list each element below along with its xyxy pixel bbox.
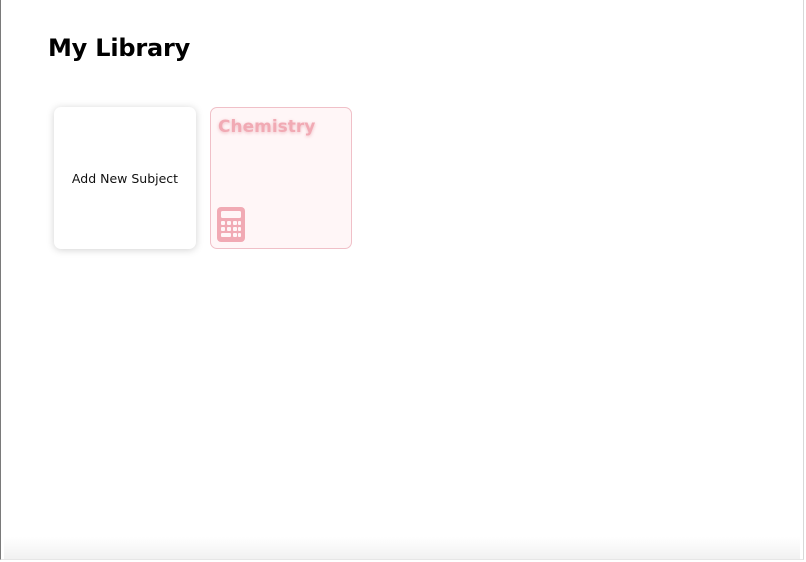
add-new-subject-label: Add New Subject xyxy=(71,170,179,186)
subject-card-chemistry[interactable]: Chemistry xyxy=(210,107,352,249)
page-title: My Library xyxy=(48,34,191,62)
add-new-subject-button[interactable]: Add New Subject xyxy=(54,107,196,249)
app-window: My Library Add New Subject Chemistry xyxy=(0,0,804,560)
bottom-fade xyxy=(4,537,800,559)
subject-title: Chemistry xyxy=(218,117,316,137)
calculator-icon xyxy=(217,207,245,242)
